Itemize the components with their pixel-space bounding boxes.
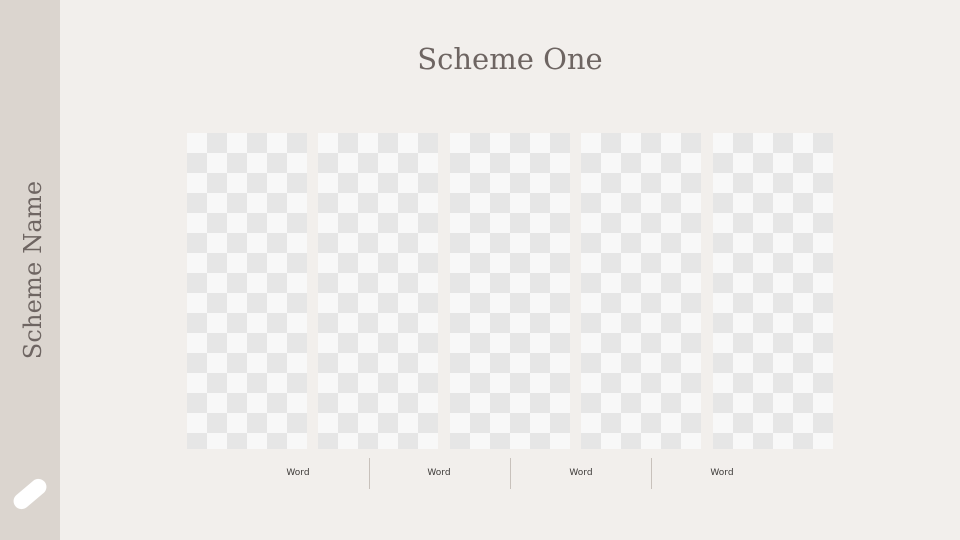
page-title: Scheme One (417, 42, 603, 76)
word-label-2: Word (427, 468, 451, 478)
image-placeholder-3[interactable] (450, 133, 570, 449)
label-divider (369, 458, 370, 489)
word-label-1: Word (286, 468, 310, 478)
sidebar: Scheme Name (0, 0, 60, 540)
image-placeholder-2[interactable] (318, 133, 438, 449)
sidebar-title: Scheme Name (19, 180, 47, 360)
word-label-4: Word (710, 468, 734, 478)
image-placeholder-5[interactable] (713, 133, 833, 449)
word-label-3: Word (569, 468, 593, 478)
pill-icon[interactable] (10, 475, 50, 513)
label-divider (510, 458, 511, 489)
image-placeholder-1[interactable] (187, 133, 307, 449)
label-divider (651, 458, 652, 489)
image-placeholder-4[interactable] (581, 133, 701, 449)
